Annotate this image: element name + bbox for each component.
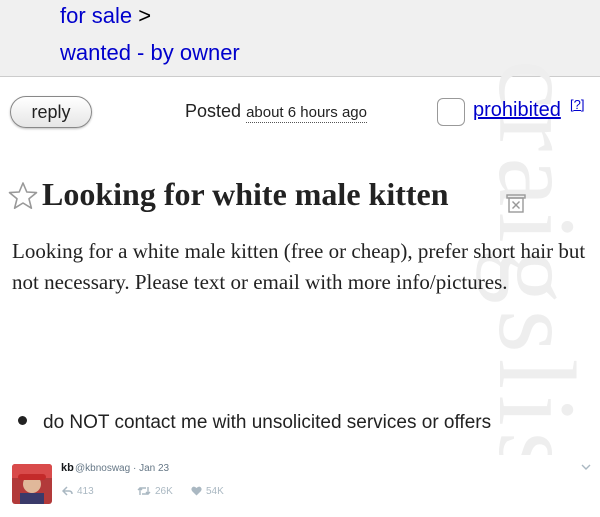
posting-body: Looking for a white male kitten (free or… — [12, 239, 586, 294]
breadcrumb-bar: for sale > wanted - by owner — [0, 0, 600, 77]
reply-count: 413 — [77, 486, 94, 497]
contact-notice: do NOT contact me with unsolicited servi… — [18, 412, 491, 434]
posted-label: Posted — [185, 101, 242, 121]
hide-trash-icon[interactable] — [505, 192, 527, 214]
tweet-author-name[interactable]: kb — [61, 462, 74, 474]
breadcrumb-for-sale[interactable]: for sale > — [60, 3, 151, 29]
breadcrumb-separator: > — [138, 3, 152, 28]
heart-icon — [191, 487, 202, 496]
posting-title: Looking for white male kitten — [42, 176, 449, 212]
avatar[interactable] — [12, 464, 52, 504]
breadcrumb-for-sale-label[interactable]: for sale — [60, 3, 132, 28]
retweet-action[interactable]: 26K — [137, 486, 173, 500]
prohibited-help-link[interactable]: [?] — [570, 97, 584, 112]
bullet-icon — [18, 416, 27, 426]
like-count: 54K — [206, 486, 224, 497]
posted-time: about 6 hours ago — [246, 104, 367, 123]
prohibited-link[interactable]: prohibited — [473, 99, 561, 122]
like-action[interactable]: 54K — [191, 486, 224, 500]
contact-notice-text: do NOT contact me with unsolicited servi… — [43, 412, 492, 433]
chevron-down-icon[interactable] — [580, 461, 592, 473]
reply-action[interactable]: 413 — [61, 486, 94, 500]
retweet-count: 26K — [155, 486, 173, 497]
reply-button[interactable]: reply — [10, 96, 92, 128]
retweet-icon — [137, 487, 151, 496]
tweet-handle-date: @kbnoswag · Jan 23 — [75, 463, 170, 474]
prohibited-checkbox[interactable] — [437, 98, 465, 126]
favorite-star-icon[interactable] — [8, 181, 38, 211]
reply-arrow-icon — [61, 486, 73, 496]
tweet-footer: kb @kbnoswag · Jan 23 413 26K 54K — [0, 455, 600, 517]
breadcrumb-wanted-by-owner[interactable]: wanted - by owner — [60, 40, 240, 66]
posted-info: Posted about 6 hours ago — [185, 101, 367, 123]
